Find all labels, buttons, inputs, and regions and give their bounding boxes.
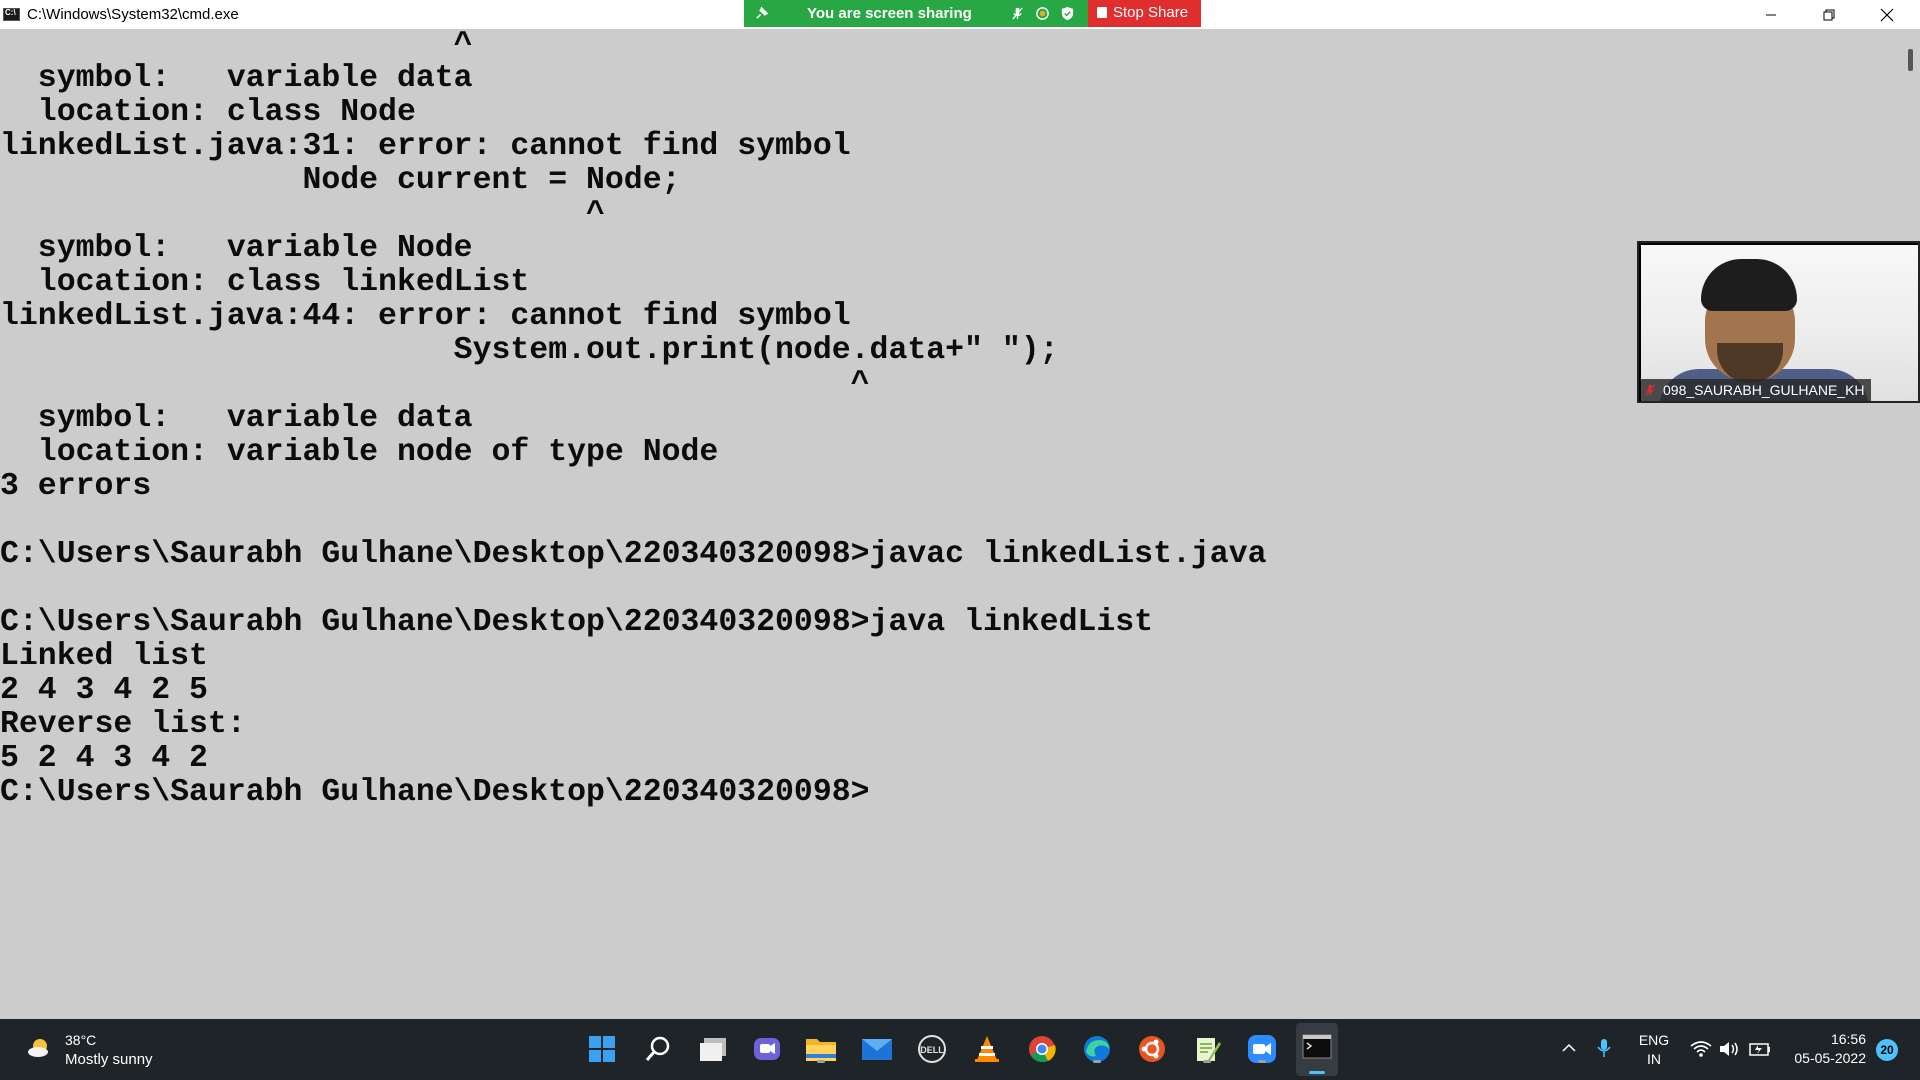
mail-button[interactable] bbox=[860, 1032, 894, 1066]
close-icon bbox=[1880, 8, 1894, 21]
dell-button[interactable]: DELL bbox=[915, 1032, 949, 1066]
console-line: C:\Users\Saurabh Gulhane\Desktop\2203403… bbox=[0, 605, 1154, 640]
console-line: 3 errors bbox=[0, 469, 152, 504]
console-line: C:\Users\Saurabh Gulhane\Desktop\2203403… bbox=[0, 537, 1267, 572]
console-line: linkedList.java:31: error: cannot find s… bbox=[0, 129, 851, 164]
console-line: linkedList.java:44: error: cannot find s… bbox=[0, 299, 851, 334]
participant-name: 098_SAURABH_GULHANE_KH bbox=[1663, 382, 1865, 398]
minimize-button[interactable] bbox=[1742, 0, 1800, 29]
console-line: symbol: variable Node bbox=[0, 231, 473, 266]
shield-icon[interactable] bbox=[1060, 6, 1075, 21]
console-line: symbol: variable data bbox=[0, 401, 473, 436]
ubuntu-button[interactable] bbox=[1135, 1032, 1169, 1066]
teams-chat-icon bbox=[754, 1038, 780, 1060]
svg-text:DELL: DELL bbox=[920, 1045, 944, 1055]
ubuntu-icon bbox=[1139, 1036, 1165, 1062]
cmd-app-icon bbox=[3, 8, 20, 21]
restore-icon bbox=[1823, 9, 1835, 20]
pin-icon bbox=[756, 6, 769, 19]
console-line: Node current = Node; bbox=[0, 163, 681, 198]
windows-start-icon bbox=[589, 1036, 615, 1062]
start-button[interactable] bbox=[585, 1032, 619, 1066]
chrome-icon bbox=[1029, 1036, 1056, 1063]
scrollbar-thumb[interactable] bbox=[1908, 49, 1913, 71]
vlc-button[interactable] bbox=[970, 1032, 1004, 1066]
weather-sunny-icon[interactable] bbox=[26, 1033, 54, 1061]
dell-icon: DELL bbox=[918, 1035, 946, 1063]
language-code: ENG bbox=[1638, 1032, 1670, 1048]
notepad-plus-plus-button[interactable] bbox=[1190, 1032, 1224, 1066]
console-line: 5 2 4 3 4 2 bbox=[0, 741, 208, 776]
volume-icon[interactable] bbox=[1718, 1040, 1740, 1058]
zoom-button[interactable] bbox=[1245, 1032, 1279, 1066]
search-button[interactable] bbox=[641, 1032, 675, 1066]
taskbar: 38°C Mostly sunny DELL ENG IN 16:56 05-0… bbox=[0, 1019, 1920, 1080]
vlc-icon bbox=[975, 1036, 999, 1062]
console-line: 2 4 3 4 2 5 bbox=[0, 673, 208, 708]
console-scrollbar[interactable] bbox=[1900, 29, 1920, 1019]
stop-share-label: Stop Share bbox=[1113, 4, 1189, 21]
language-indicator[interactable]: ENG IN bbox=[1637, 1031, 1671, 1069]
chrome-button[interactable] bbox=[1025, 1032, 1059, 1066]
participant-name-bar: 098_SAURABH_GULHANE_KH bbox=[1641, 379, 1871, 401]
clock-time: 16:56 bbox=[1830, 1031, 1866, 1047]
console-line: ^ bbox=[0, 367, 870, 402]
region-code: IN bbox=[1647, 1051, 1661, 1067]
chat-button[interactable] bbox=[750, 1032, 784, 1066]
weather-description[interactable]: Mostly sunny bbox=[65, 1051, 153, 1068]
console-line: Linked list bbox=[0, 639, 208, 674]
console-line: location: class Node bbox=[0, 95, 416, 130]
stop-share-button[interactable]: Stop Share bbox=[1088, 0, 1201, 27]
close-button[interactable] bbox=[1858, 0, 1916, 29]
console-line: location: class linkedList bbox=[0, 265, 530, 300]
clock[interactable]: 16:56 05-05-2022 bbox=[1786, 1030, 1866, 1068]
microphone-icon[interactable] bbox=[1595, 1037, 1613, 1059]
mic-muted-icon[interactable] bbox=[1010, 6, 1025, 21]
mic-muted-icon bbox=[1645, 384, 1655, 396]
console-line: System.out.print(node.data+" "); bbox=[0, 333, 1059, 368]
show-hidden-icons-chevron-up-icon[interactable] bbox=[1560, 1039, 1578, 1057]
terminal-icon bbox=[1302, 1034, 1332, 1059]
terminal-button[interactable] bbox=[1296, 1023, 1338, 1076]
task-view-button[interactable] bbox=[696, 1032, 730, 1066]
edge-button[interactable] bbox=[1080, 1032, 1114, 1066]
notification-count-badge[interactable]: 20 bbox=[1876, 1039, 1898, 1061]
console-line: ^ bbox=[0, 29, 473, 63]
clock-date: 05-05-2022 bbox=[1794, 1050, 1866, 1066]
minimize-icon bbox=[1766, 14, 1776, 15]
mail-icon bbox=[862, 1039, 892, 1060]
search-icon bbox=[645, 1036, 670, 1061]
battery-charging-icon[interactable] bbox=[1748, 1040, 1772, 1058]
console-line: ^ bbox=[0, 197, 605, 232]
console-output[interactable]: ^ symbol: variable data location: class … bbox=[0, 29, 1900, 1019]
screen-sharing-banner[interactable]: You are screen sharing bbox=[744, 0, 1088, 27]
wifi-icon[interactable] bbox=[1690, 1040, 1712, 1058]
participant-video-tile[interactable]: 098_SAURABH_GULHANE_KH bbox=[1637, 241, 1920, 403]
console-line: location: variable node of type Node bbox=[0, 435, 719, 470]
weather-temperature[interactable]: 38°C bbox=[65, 1032, 96, 1048]
restore-button[interactable] bbox=[1800, 0, 1858, 29]
video-feed: 098_SAURABH_GULHANE_KH bbox=[1641, 245, 1918, 401]
task-view-icon bbox=[700, 1038, 726, 1061]
console-line: symbol: variable data bbox=[0, 61, 473, 96]
console-prompt[interactable]: C:\Users\Saurabh Gulhane\Desktop\2203403… bbox=[0, 776, 870, 810]
window-title: C:\Windows\System32\cmd.exe bbox=[27, 6, 239, 23]
file-explorer-button[interactable] bbox=[804, 1032, 838, 1066]
record-icon[interactable] bbox=[1035, 6, 1050, 21]
console-line: Reverse list: bbox=[0, 707, 246, 742]
screen-sharing-text: You are screen sharing bbox=[807, 5, 972, 22]
stop-icon bbox=[1097, 7, 1107, 18]
